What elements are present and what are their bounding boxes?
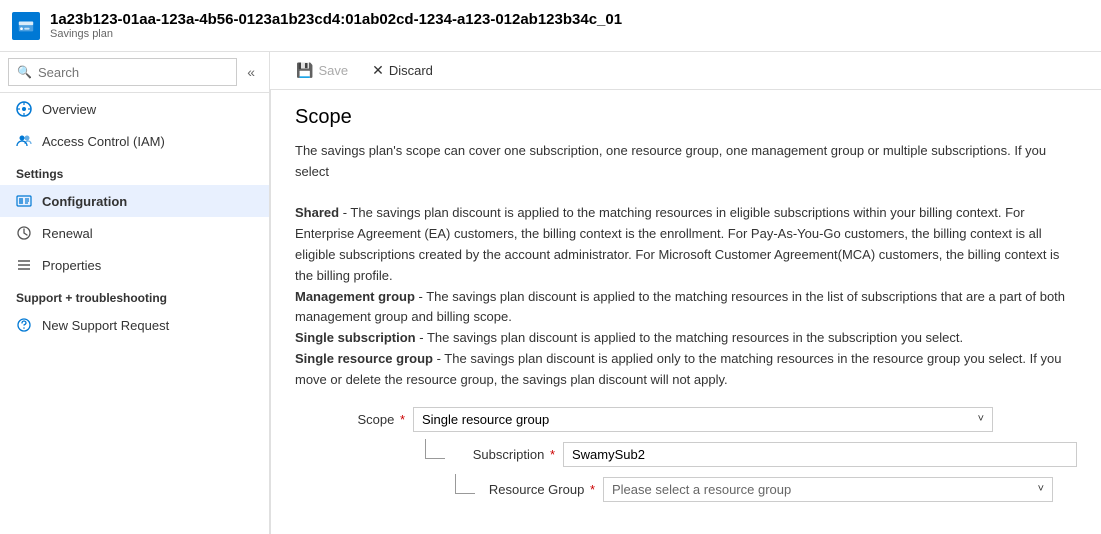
rg-required-star: * [590, 482, 595, 497]
scope-select-value: Single resource group [422, 412, 549, 427]
scope-chevron-icon: ˅ [978, 413, 984, 425]
single-sub-label: Single subscription [295, 330, 416, 345]
sidebar-item-new-support[interactable]: New Support Request [0, 309, 269, 341]
sidebar-item-label-support: New Support Request [42, 318, 169, 333]
discard-label: Discard [389, 63, 433, 78]
search-input[interactable] [38, 65, 228, 80]
subscription-input[interactable] [563, 442, 1077, 467]
sidebar-item-properties[interactable]: Properties [0, 249, 269, 281]
rg-connector [455, 474, 475, 494]
title-text-group: 1a23b123-01aa-123a-4b56-0123a1b23cd4:01a… [50, 11, 622, 40]
resource-id: 1a23b123-01aa-123a-4b56-0123a1b23cd4:01a… [50, 11, 622, 28]
resource-group-row: Resource Group * Please select a resourc… [455, 477, 1077, 502]
sidebar-item-label-renewal: Renewal [42, 226, 93, 241]
save-icon: 💾 [296, 62, 313, 79]
sidebar-item-iam[interactable]: Access Control (IAM) [0, 125, 269, 157]
sidebar-item-label-configuration: Configuration [42, 194, 127, 209]
single-sub-text: - The savings plan discount is applied t… [416, 330, 964, 345]
content-area: Scope The savings plan's scope can cover… [270, 90, 1101, 534]
sidebar-item-label-overview: Overview [42, 102, 96, 117]
resource-type: Savings plan [50, 28, 622, 40]
discard-button[interactable]: ✕ Discard [362, 58, 443, 83]
scope-row: Scope * Single resource group ˅ [295, 407, 1077, 432]
sidebar-item-overview[interactable]: Overview [0, 93, 269, 125]
savings-plan-icon [12, 12, 40, 40]
save-label: Save [318, 63, 348, 78]
scope-required-star: * [400, 412, 405, 427]
form-section: Scope * Single resource group ˅ Subscrip… [295, 407, 1077, 502]
sidebar-item-renewal[interactable]: Renewal [0, 217, 269, 249]
main-layout: 🔍 « Overview [0, 52, 1101, 534]
properties-icon [16, 257, 32, 273]
shared-text: - The savings plan discount is applied t… [295, 205, 1059, 282]
rg-chevron-icon: ˅ [1038, 483, 1044, 495]
resource-group-placeholder: Please select a resource group [612, 482, 791, 497]
scope-field-label: Scope * [295, 412, 405, 427]
description-p1: The savings plan's scope can cover one s… [295, 143, 1046, 179]
scope-description: The savings plan's scope can cover one s… [295, 141, 1077, 391]
subscription-required-star: * [550, 447, 555, 462]
mgmt-label: Management group [295, 289, 415, 304]
resource-group-select[interactable]: Please select a resource group ˅ [603, 477, 1053, 502]
settings-section-header: Settings [0, 157, 269, 185]
single-rg-label: Single resource group [295, 351, 433, 366]
iam-icon [16, 133, 32, 149]
sidebar-item-configuration[interactable]: Configuration [0, 185, 269, 217]
title-bar: 1a23b123-01aa-123a-4b56-0123a1b23cd4:01a… [0, 0, 1101, 52]
sidebar: 🔍 « Overview [0, 52, 270, 534]
search-icon: 🔍 [17, 65, 32, 79]
scope-title: Scope [295, 106, 1077, 129]
shared-label: Shared [295, 205, 339, 220]
discard-icon: ✕ [372, 62, 384, 79]
subscription-field-label: Subscription * [445, 447, 555, 462]
search-box[interactable]: 🔍 [8, 58, 237, 86]
sub-connector [425, 439, 445, 459]
scope-select[interactable]: Single resource group ˅ [413, 407, 993, 432]
content-panel: 💾 Save ✕ Discard Scope The savings plan'… [270, 52, 1101, 534]
sidebar-item-label-iam: Access Control (IAM) [42, 134, 165, 149]
resource-group-label: Resource Group * [475, 482, 595, 497]
collapse-button[interactable]: « [241, 62, 261, 82]
save-button[interactable]: 💾 Save [286, 58, 358, 83]
renewal-icon [16, 225, 32, 241]
search-row: 🔍 « [0, 52, 269, 93]
overview-icon [16, 101, 32, 117]
toolbar: 💾 Save ✕ Discard [270, 52, 1101, 90]
support-section-header: Support + troubleshooting [0, 281, 269, 309]
configuration-icon [16, 193, 32, 209]
sidebar-item-label-properties: Properties [42, 258, 101, 273]
support-icon [16, 317, 32, 333]
subscription-row: Subscription * [425, 442, 1077, 467]
